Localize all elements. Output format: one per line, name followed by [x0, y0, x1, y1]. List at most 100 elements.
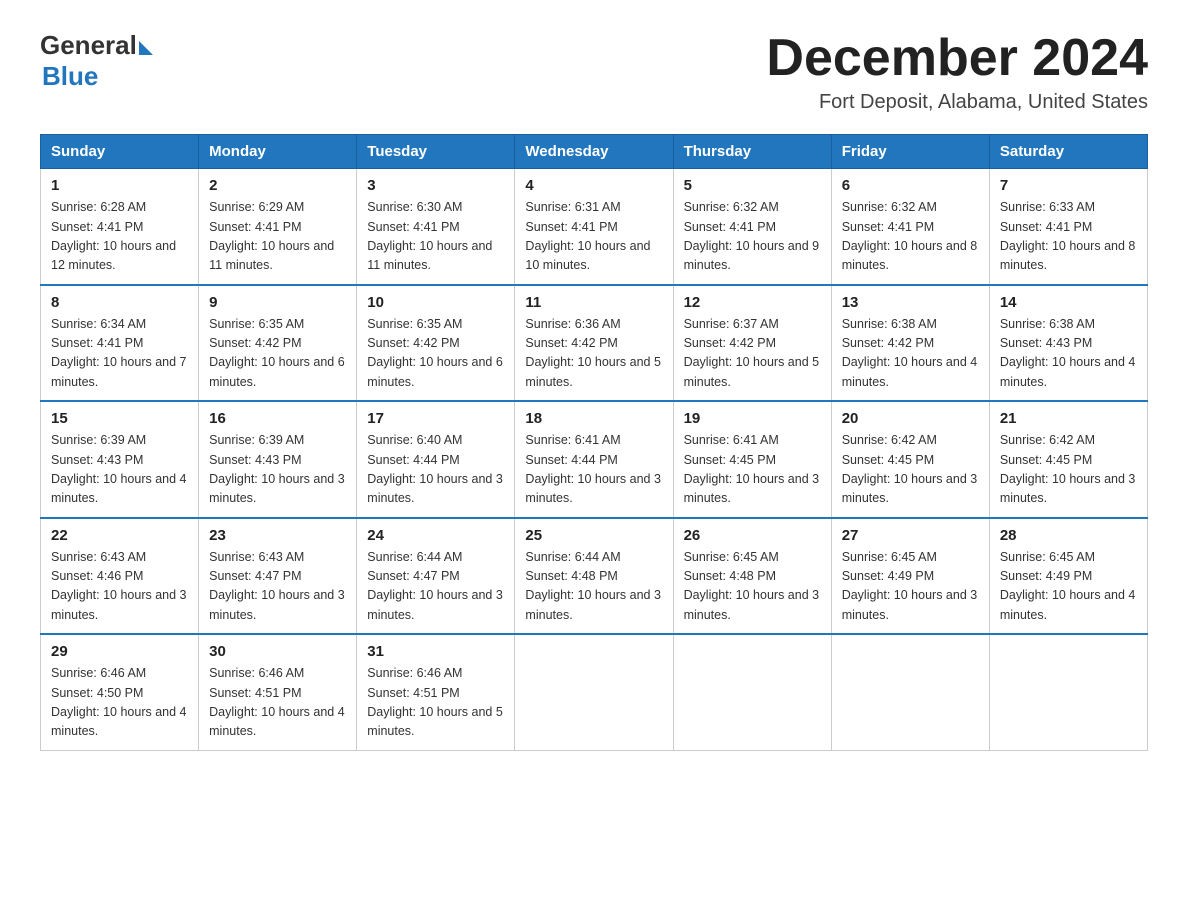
- table-row: [831, 634, 989, 750]
- day-number: 18: [525, 410, 662, 427]
- day-info: Sunrise: 6:45 AMSunset: 4:49 PMDaylight:…: [1000, 548, 1137, 626]
- table-row: 28 Sunrise: 6:45 AMSunset: 4:49 PMDaylig…: [989, 518, 1147, 635]
- table-row: 25 Sunrise: 6:44 AMSunset: 4:48 PMDaylig…: [515, 518, 673, 635]
- calendar-week-row: 29 Sunrise: 6:46 AMSunset: 4:50 PMDaylig…: [41, 634, 1148, 750]
- day-info: Sunrise: 6:32 AMSunset: 4:41 PMDaylight:…: [842, 198, 979, 276]
- header-thursday: Thursday: [673, 135, 831, 169]
- day-number: 11: [525, 294, 662, 311]
- header-tuesday: Tuesday: [357, 135, 515, 169]
- day-info: Sunrise: 6:29 AMSunset: 4:41 PMDaylight:…: [209, 198, 346, 276]
- day-number: 25: [525, 527, 662, 544]
- day-number: 12: [684, 294, 821, 311]
- day-number: 10: [367, 294, 504, 311]
- weekday-header-row: Sunday Monday Tuesday Wednesday Thursday…: [41, 135, 1148, 169]
- day-number: 1: [51, 177, 188, 194]
- table-row: [515, 634, 673, 750]
- day-number: 17: [367, 410, 504, 427]
- day-info: Sunrise: 6:39 AMSunset: 4:43 PMDaylight:…: [51, 431, 188, 509]
- table-row: [673, 634, 831, 750]
- header-monday: Monday: [199, 135, 357, 169]
- day-number: 6: [842, 177, 979, 194]
- table-row: [989, 634, 1147, 750]
- day-info: Sunrise: 6:31 AMSunset: 4:41 PMDaylight:…: [525, 198, 662, 276]
- day-info: Sunrise: 6:30 AMSunset: 4:41 PMDaylight:…: [367, 198, 504, 276]
- header-friday: Friday: [831, 135, 989, 169]
- day-number: 29: [51, 643, 188, 660]
- day-number: 9: [209, 294, 346, 311]
- month-title: December 2024: [766, 30, 1148, 87]
- logo: General Blue: [40, 30, 153, 92]
- table-row: 1 Sunrise: 6:28 AMSunset: 4:41 PMDayligh…: [41, 169, 199, 285]
- day-number: 3: [367, 177, 504, 194]
- day-info: Sunrise: 6:44 AMSunset: 4:48 PMDaylight:…: [525, 548, 662, 626]
- day-info: Sunrise: 6:45 AMSunset: 4:49 PMDaylight:…: [842, 548, 979, 626]
- table-row: 15 Sunrise: 6:39 AMSunset: 4:43 PMDaylig…: [41, 401, 199, 518]
- day-number: 21: [1000, 410, 1137, 427]
- logo-blue: Blue: [42, 61, 153, 92]
- day-number: 14: [1000, 294, 1137, 311]
- table-row: 12 Sunrise: 6:37 AMSunset: 4:42 PMDaylig…: [673, 285, 831, 402]
- table-row: 2 Sunrise: 6:29 AMSunset: 4:41 PMDayligh…: [199, 169, 357, 285]
- day-info: Sunrise: 6:40 AMSunset: 4:44 PMDaylight:…: [367, 431, 504, 509]
- day-info: Sunrise: 6:35 AMSunset: 4:42 PMDaylight:…: [367, 315, 504, 393]
- day-info: Sunrise: 6:38 AMSunset: 4:43 PMDaylight:…: [1000, 315, 1137, 393]
- day-number: 7: [1000, 177, 1137, 194]
- page-header: General Blue December 2024 Fort Deposit,…: [40, 30, 1148, 114]
- day-info: Sunrise: 6:41 AMSunset: 4:45 PMDaylight:…: [684, 431, 821, 509]
- table-row: 16 Sunrise: 6:39 AMSunset: 4:43 PMDaylig…: [199, 401, 357, 518]
- table-row: 22 Sunrise: 6:43 AMSunset: 4:46 PMDaylig…: [41, 518, 199, 635]
- day-number: 27: [842, 527, 979, 544]
- header-wednesday: Wednesday: [515, 135, 673, 169]
- day-info: Sunrise: 6:45 AMSunset: 4:48 PMDaylight:…: [684, 548, 821, 626]
- table-row: 31 Sunrise: 6:46 AMSunset: 4:51 PMDaylig…: [357, 634, 515, 750]
- table-row: 10 Sunrise: 6:35 AMSunset: 4:42 PMDaylig…: [357, 285, 515, 402]
- day-number: 13: [842, 294, 979, 311]
- day-number: 22: [51, 527, 188, 544]
- day-info: Sunrise: 6:46 AMSunset: 4:50 PMDaylight:…: [51, 664, 188, 742]
- day-info: Sunrise: 6:28 AMSunset: 4:41 PMDaylight:…: [51, 198, 188, 276]
- day-number: 20: [842, 410, 979, 427]
- day-info: Sunrise: 6:43 AMSunset: 4:47 PMDaylight:…: [209, 548, 346, 626]
- calendar-week-row: 8 Sunrise: 6:34 AMSunset: 4:41 PMDayligh…: [41, 285, 1148, 402]
- table-row: 11 Sunrise: 6:36 AMSunset: 4:42 PMDaylig…: [515, 285, 673, 402]
- table-row: 8 Sunrise: 6:34 AMSunset: 4:41 PMDayligh…: [41, 285, 199, 402]
- day-info: Sunrise: 6:41 AMSunset: 4:44 PMDaylight:…: [525, 431, 662, 509]
- day-number: 28: [1000, 527, 1137, 544]
- day-info: Sunrise: 6:46 AMSunset: 4:51 PMDaylight:…: [367, 664, 504, 742]
- day-info: Sunrise: 6:42 AMSunset: 4:45 PMDaylight:…: [842, 431, 979, 509]
- table-row: 9 Sunrise: 6:35 AMSunset: 4:42 PMDayligh…: [199, 285, 357, 402]
- day-info: Sunrise: 6:32 AMSunset: 4:41 PMDaylight:…: [684, 198, 821, 276]
- calendar-table: Sunday Monday Tuesday Wednesday Thursday…: [40, 134, 1148, 751]
- table-row: 14 Sunrise: 6:38 AMSunset: 4:43 PMDaylig…: [989, 285, 1147, 402]
- table-row: 13 Sunrise: 6:38 AMSunset: 4:42 PMDaylig…: [831, 285, 989, 402]
- day-number: 8: [51, 294, 188, 311]
- day-info: Sunrise: 6:39 AMSunset: 4:43 PMDaylight:…: [209, 431, 346, 509]
- day-number: 5: [684, 177, 821, 194]
- calendar-week-row: 1 Sunrise: 6:28 AMSunset: 4:41 PMDayligh…: [41, 169, 1148, 285]
- table-row: 29 Sunrise: 6:46 AMSunset: 4:50 PMDaylig…: [41, 634, 199, 750]
- day-number: 31: [367, 643, 504, 660]
- table-row: 27 Sunrise: 6:45 AMSunset: 4:49 PMDaylig…: [831, 518, 989, 635]
- day-number: 19: [684, 410, 821, 427]
- day-number: 4: [525, 177, 662, 194]
- day-info: Sunrise: 6:46 AMSunset: 4:51 PMDaylight:…: [209, 664, 346, 742]
- day-info: Sunrise: 6:44 AMSunset: 4:47 PMDaylight:…: [367, 548, 504, 626]
- table-row: 3 Sunrise: 6:30 AMSunset: 4:41 PMDayligh…: [357, 169, 515, 285]
- table-row: 24 Sunrise: 6:44 AMSunset: 4:47 PMDaylig…: [357, 518, 515, 635]
- header-sunday: Sunday: [41, 135, 199, 169]
- day-number: 30: [209, 643, 346, 660]
- day-info: Sunrise: 6:42 AMSunset: 4:45 PMDaylight:…: [1000, 431, 1137, 509]
- day-info: Sunrise: 6:37 AMSunset: 4:42 PMDaylight:…: [684, 315, 821, 393]
- table-row: 21 Sunrise: 6:42 AMSunset: 4:45 PMDaylig…: [989, 401, 1147, 518]
- day-info: Sunrise: 6:38 AMSunset: 4:42 PMDaylight:…: [842, 315, 979, 393]
- day-info: Sunrise: 6:36 AMSunset: 4:42 PMDaylight:…: [525, 315, 662, 393]
- day-number: 24: [367, 527, 504, 544]
- location-title: Fort Deposit, Alabama, United States: [766, 91, 1148, 114]
- day-number: 15: [51, 410, 188, 427]
- day-info: Sunrise: 6:35 AMSunset: 4:42 PMDaylight:…: [209, 315, 346, 393]
- day-number: 26: [684, 527, 821, 544]
- logo-arrow-icon: [139, 41, 153, 55]
- table-row: 30 Sunrise: 6:46 AMSunset: 4:51 PMDaylig…: [199, 634, 357, 750]
- table-row: 26 Sunrise: 6:45 AMSunset: 4:48 PMDaylig…: [673, 518, 831, 635]
- table-row: 5 Sunrise: 6:32 AMSunset: 4:41 PMDayligh…: [673, 169, 831, 285]
